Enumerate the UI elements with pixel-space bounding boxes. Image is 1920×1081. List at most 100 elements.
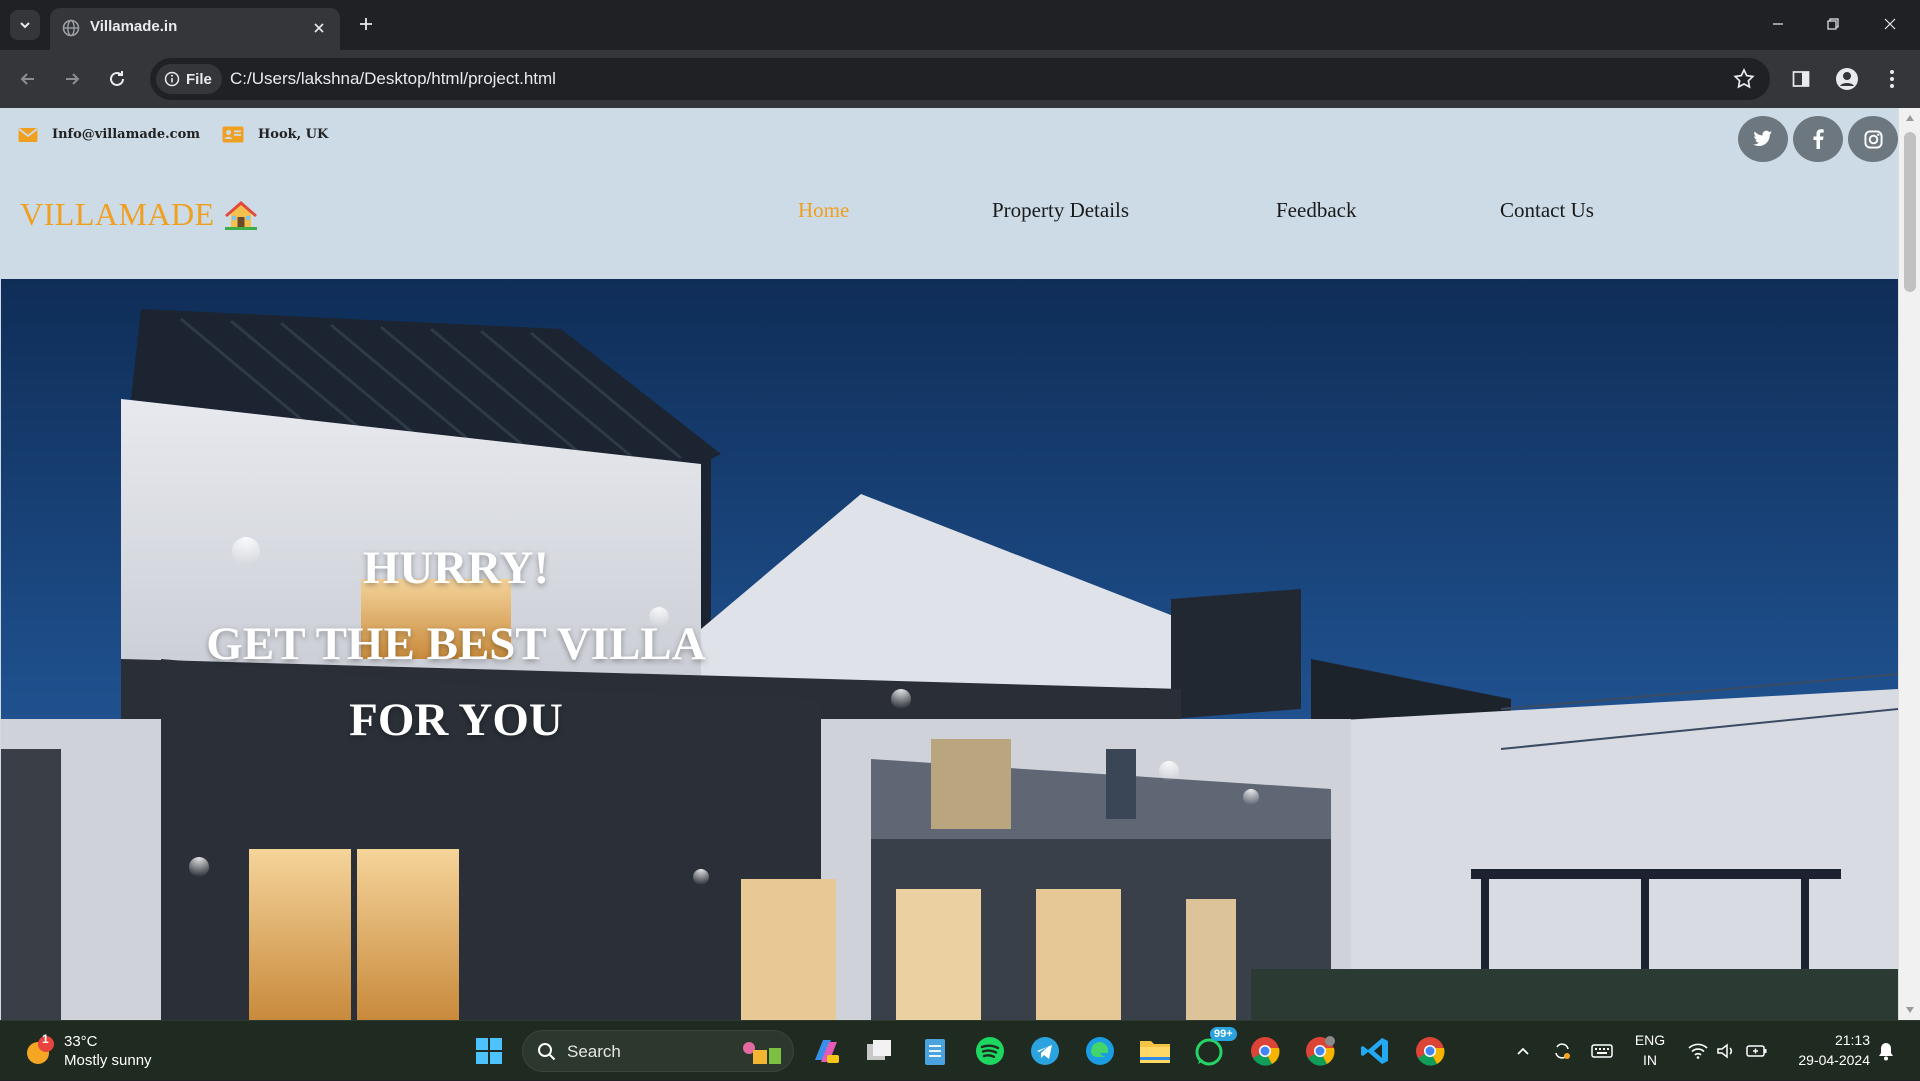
arrow-right-icon (66, 73, 80, 85)
folder-icon (1140, 1041, 1170, 1063)
volume-icon (1717, 1043, 1733, 1059)
weather-widget[interactable]: 1 33°C Mostly sunny (24, 1029, 184, 1073)
clock-time: 21:13 (1834, 1032, 1870, 1048)
forward-button[interactable] (57, 64, 87, 94)
start-button[interactable] (471, 1033, 507, 1069)
copilot-icon (815, 1040, 839, 1063)
system-clock[interactable]: 21:13 29-04-2024 (1780, 1030, 1870, 1070)
profile-icon (1836, 68, 1858, 90)
page-scrollbar[interactable] (1898, 108, 1920, 1020)
location-contact: Hook, UK (222, 126, 328, 143)
chrome-profile-app[interactable] (1302, 1033, 1338, 1069)
minimize-window-button[interactable] (1758, 10, 1798, 38)
chrome-app[interactable] (1247, 1033, 1283, 1069)
volume-status[interactable] (1713, 1021, 1739, 1081)
touch-keyboard-button[interactable] (1590, 1021, 1614, 1081)
close-icon (314, 23, 324, 33)
plus-icon (360, 18, 372, 30)
input-language-indicator[interactable]: ENG IN (1628, 1030, 1672, 1070)
notepad-icon (925, 1039, 945, 1065)
close-tab-button[interactable] (308, 17, 330, 39)
triangle-up-icon (1906, 115, 1914, 121)
url-text[interactable]: C:/Users/lakshna/Desktop/html/project.ht… (230, 69, 556, 89)
page-viewport: Info@villamade.com Hook, UK VILLAMADE Ho… (0, 108, 1920, 1020)
scroll-down-arrow[interactable] (1904, 1004, 1916, 1016)
battery-status[interactable] (1744, 1021, 1770, 1081)
bookmark-star-icon[interactable] (1732, 67, 1756, 91)
scroll-up-arrow[interactable] (1904, 112, 1916, 124)
profile-button[interactable] (1832, 64, 1862, 94)
chrome-icon (1416, 1037, 1445, 1066)
nav-property-details[interactable]: Property Details (992, 198, 1129, 223)
language-code: ENG (1634, 1032, 1666, 1048)
chrome-active-app[interactable] (1412, 1033, 1448, 1069)
search-label: Search (567, 1042, 621, 1061)
notepad-app[interactable] (917, 1033, 953, 1069)
task-view-app[interactable] (862, 1033, 898, 1069)
whatsapp-badge: 99+ (1210, 1027, 1237, 1041)
address-bar[interactable]: File C:/Users/lakshna/Desktop/html/proje… (150, 58, 1770, 100)
spotify-app[interactable] (972, 1033, 1008, 1069)
windows-taskbar: 1 33°C Mostly sunny Search 99+ ENG IN 21… (0, 1020, 1920, 1080)
reload-button[interactable] (102, 64, 132, 94)
instagram-icon (1863, 129, 1883, 149)
taskbar-search[interactable]: Search (522, 1030, 794, 1072)
facebook-link[interactable] (1793, 116, 1843, 162)
contact-strip: Info@villamade.com Hook, UK (18, 126, 350, 143)
site-info-chip[interactable]: File (156, 64, 222, 94)
social-links (1738, 116, 1898, 162)
wifi-status[interactable] (1685, 1021, 1711, 1081)
browser-menu-button[interactable] (1877, 64, 1907, 94)
instagram-link[interactable] (1848, 116, 1898, 162)
whatsapp-app[interactable]: 99+ (1192, 1027, 1237, 1069)
tab-search-button[interactable] (10, 10, 40, 40)
hero-headline-line3: FOR YOU (349, 694, 563, 746)
envelope-icon (18, 127, 38, 142)
chrome-icon (1251, 1037, 1280, 1066)
restore-icon (1827, 18, 1839, 30)
vscode-app[interactable] (1357, 1033, 1393, 1069)
nav-contact-us[interactable]: Contact Us (1500, 198, 1594, 223)
back-button[interactable] (13, 64, 43, 94)
restore-window-button[interactable] (1813, 10, 1853, 38)
hero-banner: HURRY! GET THE BEST VILLA FOR YOU (1, 279, 1898, 1020)
windows-logo-icon (476, 1038, 502, 1064)
browser-tab-active[interactable]: Villamade.in (50, 8, 340, 50)
notifications-button[interactable] (1874, 1021, 1898, 1081)
telegram-app[interactable] (1027, 1033, 1063, 1069)
globe-icon (62, 19, 80, 37)
vscode-icon (1361, 1038, 1388, 1064)
sync-status-button[interactable] (1550, 1021, 1574, 1081)
task-view-icon (867, 1040, 891, 1060)
facebook-icon (1813, 129, 1824, 149)
weather-temperature: 33°C (64, 1033, 98, 1050)
chevron-up-icon (1517, 1047, 1529, 1055)
nav-home[interactable]: Home (798, 198, 849, 223)
search-highlight-icon (743, 1042, 781, 1064)
email-contact: Info@villamade.com (18, 127, 200, 143)
clock-date: 29-04-2024 (1798, 1052, 1870, 1068)
chrome-icon (1306, 1036, 1335, 1066)
sun-icon (27, 1036, 54, 1064)
side-panel-button[interactable] (1786, 64, 1816, 94)
site-info-label: File (186, 70, 212, 88)
browser-tab-strip: Villamade.in (0, 0, 1920, 50)
nav-feedback[interactable]: Feedback (1276, 198, 1356, 223)
twitter-icon (1753, 130, 1773, 146)
edge-icon (1086, 1037, 1114, 1065)
telegram-icon (1031, 1037, 1059, 1065)
twitter-link[interactable] (1738, 116, 1788, 162)
close-window-button[interactable] (1870, 10, 1910, 38)
search-icon (538, 1043, 556, 1061)
scrollbar-thumb[interactable] (1904, 132, 1916, 292)
reload-icon (110, 71, 124, 86)
main-navigation: Home Property Details Feedback Contact U… (0, 190, 1898, 230)
close-icon (1884, 18, 1896, 30)
new-tab-button[interactable] (352, 10, 380, 38)
copilot-app[interactable] (808, 1033, 844, 1069)
edge-app[interactable] (1082, 1033, 1118, 1069)
weather-alert-badge: 1 (42, 1032, 49, 1046)
hero-headline-line2: GET THE BEST VILLA (206, 618, 706, 670)
show-hidden-icons-button[interactable] (1512, 1021, 1534, 1081)
file-explorer-app[interactable] (1137, 1033, 1173, 1069)
